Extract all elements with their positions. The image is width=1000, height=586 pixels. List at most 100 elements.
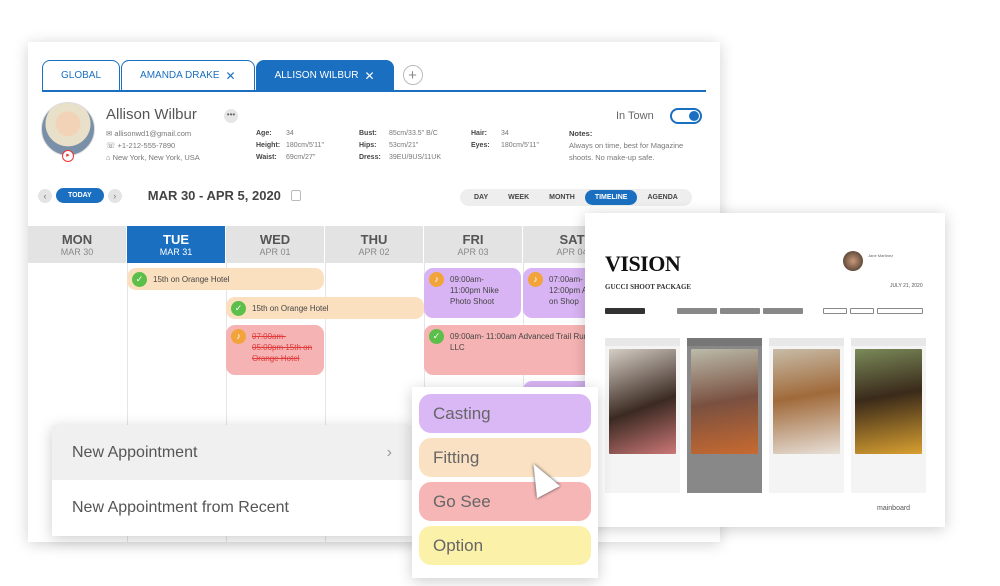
event-title: 09:00am- 11:00am Advanced Trail Running … — [450, 332, 604, 352]
phone: +1-212-555-7890 — [117, 141, 176, 150]
calendar-icon[interactable] — [290, 190, 301, 201]
bell-icon: ♪ — [528, 272, 543, 287]
type-casting[interactable]: Casting — [419, 394, 591, 433]
action-chips — [823, 308, 923, 314]
mainboard-logo: mainboard — [877, 505, 911, 512]
chip[interactable] — [763, 308, 803, 314]
model-cards — [605, 338, 926, 493]
chevron-right-icon: › — [386, 443, 392, 461]
model-photo — [691, 349, 758, 454]
stat-label: Age: — [256, 130, 272, 137]
day-mon[interactable]: MON MAR 30 — [28, 226, 127, 263]
notes-text: Always on time, best for Magazine shoots… — [569, 141, 684, 162]
stat-label: Hair: — [471, 130, 487, 137]
event[interactable]: ♪ 07:00am- 05:00pm 15th on Orange Hotel — [226, 325, 324, 375]
tab-global[interactable]: GLOBAL — [42, 60, 121, 90]
tab-allison-wilbur[interactable]: ALLISON WILBUR ✕ — [255, 60, 394, 90]
date-navigation: ‹ TODAY › MAR 30 - APR 5, 2020 — [38, 188, 301, 203]
check-icon: ✓ — [231, 301, 246, 316]
tab-label: AMANDA DRAKE — [140, 70, 220, 81]
close-icon[interactable]: ✕ — [226, 69, 236, 83]
stat-label: Eyes: — [471, 142, 490, 149]
notes: Notes: Always on time, best for Magazine … — [569, 128, 699, 164]
type-go-see[interactable]: Go See — [419, 482, 591, 521]
stat-value: 34 — [286, 130, 294, 137]
contact-info: ✉ allisonwd1@gmail.com ☏ +1-212-555-7890… — [106, 129, 200, 162]
agent-name: Jane Martinez — [868, 253, 894, 258]
stat-label: Dress: — [359, 154, 381, 161]
filter-chips — [605, 308, 645, 314]
location: New York, New York, USA — [112, 153, 200, 162]
chip[interactable] — [605, 308, 645, 314]
model-card[interactable] — [687, 338, 762, 493]
email[interactable]: allisonwd1@gmail.com — [114, 129, 191, 138]
event-title: 07:00am- 05:00pm 15th on Orange Hotel — [252, 332, 313, 363]
chip[interactable] — [677, 308, 717, 314]
day-header: MON MAR 30 TUE MAR 31 WED APR 01 THU APR 02 … — [28, 226, 622, 263]
day-fri[interactable]: FRI APR 03 — [424, 226, 523, 263]
prev-week-button[interactable]: ‹ — [38, 188, 52, 203]
stat-value: 85cm/33.5" B/C — [389, 130, 438, 137]
notes-label: Notes: — [569, 129, 593, 138]
model-card[interactable] — [769, 338, 844, 493]
tab-divider — [42, 90, 706, 92]
day-date: APR 01 — [259, 247, 291, 257]
chip[interactable] — [877, 308, 923, 314]
view-agenda[interactable]: AGENDA — [637, 190, 687, 205]
today-button[interactable]: TODAY — [56, 188, 104, 203]
vision-package-document: VISION GUCCI SHOOT PACKAGE JULY 21, 2020… — [585, 213, 945, 527]
play-icon[interactable]: ▸ — [62, 150, 74, 162]
type-option[interactable]: Option — [419, 526, 591, 565]
menu-label: New Appointment from Recent — [72, 498, 289, 516]
stats-col-2: Bust: 85cm/33.5" B/C Hips: 53cm/21" Dress:… — [359, 128, 441, 164]
more-options-button[interactable]: ••• — [224, 109, 238, 123]
chip[interactable] — [850, 308, 874, 314]
day-name: THU — [360, 232, 388, 247]
view-month[interactable]: MONTH — [539, 190, 585, 205]
event[interactable]: ✓ 15th on Orange Hotel — [127, 268, 324, 290]
view-timeline[interactable]: TIMELINE — [584, 190, 638, 205]
model-card[interactable] — [605, 338, 680, 493]
model-card[interactable] — [851, 338, 926, 493]
tab-bar: GLOBAL AMANDA DRAKE ✕ ALLISON WILBUR ✕ + — [42, 60, 423, 90]
chip[interactable] — [823, 308, 847, 314]
stat-label: Hips: — [359, 142, 377, 149]
day-thu[interactable]: THU APR 02 — [325, 226, 424, 263]
menu-item-new-appointment-from-recent[interactable]: New Appointment from Recent — [52, 480, 412, 535]
bell-icon: ♪ — [231, 329, 246, 344]
event[interactable]: ♪ 09:00am- 11:00pm Nike Photo Shoot — [424, 268, 521, 318]
tab-amanda-drake[interactable]: AMANDA DRAKE ✕ — [121, 60, 255, 90]
event[interactable]: ✓ 15th on Orange Hotel — [226, 297, 424, 319]
type-fitting[interactable]: Fitting — [419, 438, 591, 477]
day-name: TUE — [163, 232, 189, 247]
package-date: JULY 21, 2020 — [890, 283, 923, 289]
avatar — [41, 102, 95, 156]
stat-value: 53cm/21" — [389, 142, 419, 149]
day-date: MAR 31 — [159, 247, 193, 257]
context-menu: New Appointment › New Appointment from Re… — [52, 425, 412, 536]
stat-value: 69cm/27" — [286, 154, 316, 161]
view-week[interactable]: WEEK — [498, 190, 539, 205]
day-date: APR 02 — [358, 247, 390, 257]
view-day[interactable]: DAY — [464, 190, 498, 205]
check-icon: ✓ — [132, 272, 147, 287]
in-town-label: In Town — [616, 110, 654, 122]
date-range: MAR 30 - APR 5, 2020 — [147, 188, 281, 203]
tab-label: ALLISON WILBUR — [274, 70, 359, 81]
in-town-toggle[interactable] — [670, 108, 702, 124]
next-week-button[interactable]: › — [107, 188, 122, 203]
agent-avatar — [843, 251, 863, 271]
close-icon[interactable]: ✕ — [364, 69, 374, 83]
add-tab-button[interactable]: + — [402, 65, 423, 85]
tab-label: GLOBAL — [61, 70, 102, 81]
day-name: MON — [61, 232, 93, 247]
stat-label: Bust: — [359, 130, 377, 137]
menu-item-new-appointment[interactable]: New Appointment › — [52, 425, 412, 480]
filter-chips — [677, 308, 803, 314]
day-name: WED — [259, 232, 291, 247]
chip[interactable] — [720, 308, 760, 314]
day-tue[interactable]: TUE MAR 31 — [127, 226, 226, 263]
event-title: 15th on Orange Hotel — [252, 304, 329, 313]
day-wed[interactable]: WED APR 01 — [226, 226, 325, 263]
bell-icon: ♪ — [429, 272, 444, 287]
